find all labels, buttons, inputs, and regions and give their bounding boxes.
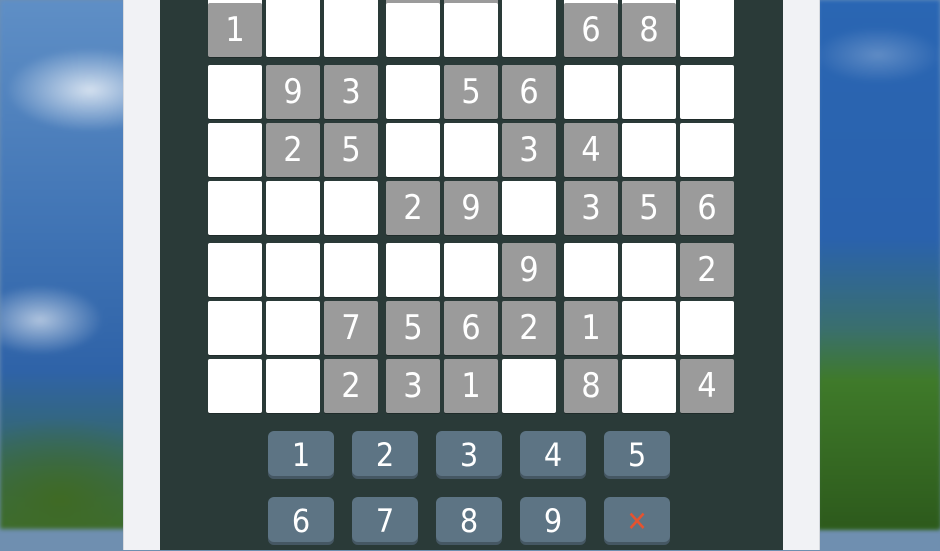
sudoku-cell[interactable] bbox=[622, 359, 676, 413]
sudoku-cell: 6 bbox=[564, 3, 618, 57]
sudoku-cell: 8 bbox=[622, 3, 676, 57]
sudoku-cell[interactable] bbox=[564, 243, 618, 297]
sudoku-cell: 5 bbox=[386, 301, 440, 355]
sudoku-cell: 5 bbox=[324, 123, 378, 177]
sudoku-cell: 9 bbox=[502, 243, 556, 297]
sudoku-cell: 2 bbox=[502, 301, 556, 355]
sudoku-cell[interactable] bbox=[386, 123, 440, 177]
sudoku-cell: 4 bbox=[564, 123, 618, 177]
sudoku-cell[interactable] bbox=[502, 181, 556, 235]
sudoku-cell[interactable] bbox=[208, 301, 262, 355]
sudoku-cell: 3 bbox=[324, 65, 378, 119]
sudoku-cell: 6 bbox=[680, 181, 734, 235]
sudoku-cell[interactable] bbox=[680, 65, 734, 119]
sudoku-cell: 7 bbox=[324, 301, 378, 355]
sudoku-cell[interactable] bbox=[266, 301, 320, 355]
sudoku-cell[interactable] bbox=[266, 3, 320, 57]
sudoku-cell[interactable] bbox=[502, 359, 556, 413]
sudoku-cell[interactable] bbox=[622, 243, 676, 297]
sudoku-cell[interactable] bbox=[680, 301, 734, 355]
sudoku-cell[interactable] bbox=[266, 181, 320, 235]
sudoku-cell[interactable] bbox=[208, 181, 262, 235]
number-key[interactable]: 3 bbox=[436, 431, 502, 479]
sudoku-cell: 6 bbox=[444, 301, 498, 355]
sudoku-cell: 4 bbox=[680, 359, 734, 413]
sudoku-cell: 2 bbox=[680, 243, 734, 297]
number-key[interactable]: 6 bbox=[268, 497, 334, 545]
number-key[interactable]: 2 bbox=[352, 431, 418, 479]
sudoku-cell[interactable] bbox=[266, 243, 320, 297]
sudoku-cell: 9 bbox=[266, 65, 320, 119]
sudoku-grid: 1689356253429356927562123184 bbox=[208, 0, 734, 424]
sudoku-cell: 3 bbox=[502, 123, 556, 177]
sudoku-cell: 5 bbox=[622, 181, 676, 235]
number-key[interactable]: 7 bbox=[352, 497, 418, 545]
sudoku-cell: 3 bbox=[386, 359, 440, 413]
sudoku-cell: 1 bbox=[208, 3, 262, 57]
clear-button[interactable]: ✕ bbox=[604, 497, 670, 545]
sudoku-cell: 6 bbox=[502, 65, 556, 119]
sudoku-cell[interactable] bbox=[622, 65, 676, 119]
sudoku-cell: 2 bbox=[386, 181, 440, 235]
sudoku-cell[interactable] bbox=[680, 3, 734, 57]
sudoku-cell: 2 bbox=[266, 123, 320, 177]
sudoku-cell[interactable] bbox=[444, 123, 498, 177]
sudoku-cell[interactable] bbox=[444, 243, 498, 297]
sudoku-cell: 2 bbox=[324, 359, 378, 413]
sudoku-cell[interactable] bbox=[266, 359, 320, 413]
number-key[interactable]: 5 bbox=[604, 431, 670, 479]
sudoku-cell[interactable] bbox=[208, 359, 262, 413]
desktop-background-right bbox=[818, 0, 940, 529]
number-key[interactable]: 4 bbox=[520, 431, 586, 479]
sudoku-cell: 1 bbox=[444, 359, 498, 413]
number-key[interactable]: 9 bbox=[520, 497, 586, 545]
sudoku-cell[interactable] bbox=[324, 181, 378, 235]
sudoku-cell[interactable] bbox=[680, 123, 734, 177]
sudoku-cell[interactable] bbox=[386, 3, 440, 57]
sudoku-cell: 5 bbox=[444, 65, 498, 119]
sudoku-cell[interactable] bbox=[324, 243, 378, 297]
sudoku-cell[interactable] bbox=[622, 301, 676, 355]
number-key[interactable]: 8 bbox=[436, 497, 502, 545]
sudoku-cell: 1 bbox=[564, 301, 618, 355]
sudoku-cell[interactable] bbox=[386, 243, 440, 297]
sudoku-cell[interactable] bbox=[502, 3, 556, 57]
sudoku-cell[interactable] bbox=[208, 243, 262, 297]
game-screen: 1689356253429356927562123184 1 2 3 4 5 6 7 8 9 ✕ bbox=[160, 0, 783, 550]
sudoku-cell[interactable] bbox=[324, 3, 378, 57]
sudoku-cell[interactable] bbox=[444, 3, 498, 57]
sudoku-cell: 8 bbox=[564, 359, 618, 413]
sudoku-cell: 3 bbox=[564, 181, 618, 235]
sudoku-cell[interactable] bbox=[622, 123, 676, 177]
sudoku-cell[interactable] bbox=[564, 65, 618, 119]
sudoku-cell[interactable] bbox=[208, 65, 262, 119]
sudoku-cell[interactable] bbox=[208, 123, 262, 177]
sudoku-cell[interactable] bbox=[386, 65, 440, 119]
number-key[interactable]: 1 bbox=[268, 431, 334, 479]
device-frame: 1689356253429356927562123184 1 2 3 4 5 6 7 8 9 ✕ bbox=[123, 0, 820, 550]
number-pad: 1 2 3 4 5 6 7 8 9 ✕ bbox=[268, 431, 688, 551]
sudoku-cell: 9 bbox=[444, 181, 498, 235]
